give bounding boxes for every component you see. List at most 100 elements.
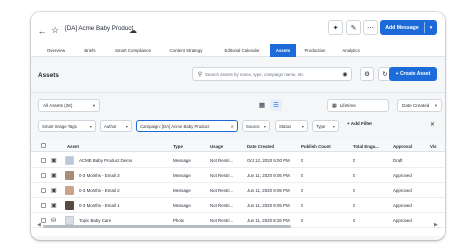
grid-view-icon[interactable]: ▦ bbox=[256, 99, 268, 111]
col-total-engagement[interactable]: Total Enga... bbox=[353, 144, 385, 149]
search-placeholder: Search assets by name, type, campaign na… bbox=[205, 71, 304, 77]
magic-wand-icon[interactable]: ✦ bbox=[328, 20, 343, 35]
visual-search-icon[interactable]: ◉ bbox=[339, 71, 351, 78]
table-row[interactable]: ▣ ACME Baby Product Demo Message Not Res… bbox=[31, 153, 445, 168]
row-checkbox[interactable] bbox=[41, 173, 46, 178]
col-approval[interactable]: Approval bbox=[393, 144, 412, 149]
tab-smart-compliance[interactable]: Smart Compliance bbox=[109, 44, 157, 57]
row-checkbox[interactable] bbox=[41, 158, 46, 163]
layout-icon: ▣ bbox=[51, 203, 57, 209]
tab-content-strategy[interactable]: Content Strategy bbox=[163, 44, 209, 57]
asset-engagement: 0 bbox=[353, 203, 356, 208]
table-row[interactable]: ▣ 0-3 Months - Email 3 Message Not Restr… bbox=[31, 168, 445, 183]
asset-approval: Approved bbox=[393, 203, 412, 208]
col-asset[interactable]: Asset bbox=[67, 144, 79, 149]
filter-type[interactable]: Type ▾ bbox=[312, 120, 339, 132]
chevron-down-icon: ▾ bbox=[89, 123, 92, 129]
add-message-button[interactable]: Add Message ▾ bbox=[380, 20, 437, 35]
asset-name[interactable]: ACME Baby Product Demo bbox=[79, 158, 169, 163]
settings-icon[interactable]: ⚙ bbox=[360, 67, 374, 81]
sort-label: Date Created bbox=[402, 103, 430, 108]
asset-thumbnail bbox=[65, 186, 74, 195]
assets-table: Asset Type Usage Date Created Publish Co… bbox=[31, 140, 445, 236]
horizontal-scrollbar[interactable] bbox=[43, 225, 291, 228]
filter-source[interactable]: Source ▾ bbox=[242, 120, 270, 132]
filter-label: Status bbox=[279, 123, 292, 129]
tab-editorial-calendar[interactable]: Editorial Calendar bbox=[214, 44, 270, 57]
asset-thumbnail bbox=[65, 171, 74, 180]
divider bbox=[31, 92, 445, 93]
cloud-upload-icon[interactable]: ☁ bbox=[127, 24, 139, 36]
asset-thumbnail bbox=[65, 201, 74, 210]
row-checkbox[interactable] bbox=[41, 218, 46, 223]
time-range-select[interactable]: ▦ Lifetime bbox=[327, 99, 389, 112]
filter-bar: Smart Image Tags ▾ Author ▾ Campaign: [D… bbox=[31, 119, 445, 135]
chevron-down-icon: ▾ bbox=[92, 102, 95, 108]
pencil-icon[interactable]: ✎ bbox=[346, 20, 361, 35]
col-date-created[interactable]: Date Created bbox=[247, 144, 274, 149]
tab-assets[interactable]: Assets bbox=[270, 44, 296, 57]
col-usage[interactable]: Usage bbox=[210, 144, 223, 149]
asset-date: Jun 11, 2020 9:05 PM bbox=[247, 173, 290, 178]
asset-usage: Not Restri... bbox=[210, 218, 234, 223]
asset-type: Message bbox=[173, 173, 191, 178]
filter-status[interactable]: Status ▾ bbox=[275, 120, 308, 132]
back-arrow-icon[interactable]: ← bbox=[37, 26, 47, 36]
col-publish-count[interactable]: Publish Count bbox=[301, 144, 331, 149]
tab-overview[interactable]: Overview bbox=[41, 44, 71, 57]
remove-filter-icon[interactable]: ✕ bbox=[228, 124, 234, 129]
asset-thumbnail bbox=[65, 156, 74, 165]
asset-engagement: 0 bbox=[353, 158, 356, 163]
filter-smart-image-tags[interactable]: Smart Image Tags ▾ bbox=[38, 120, 96, 132]
chevron-down-icon[interactable]: ▾ bbox=[425, 25, 437, 31]
row-checkbox[interactable] bbox=[41, 203, 46, 208]
list-view-icon[interactable]: ☰ bbox=[270, 99, 282, 111]
table-row[interactable]: ▣ 0-3 Months - Email 2 Message Not Restr… bbox=[31, 183, 445, 198]
asset-type: Message bbox=[173, 158, 191, 163]
star-icon[interactable]: ☆ bbox=[50, 25, 60, 35]
add-filter-button[interactable]: + Add Filter bbox=[347, 121, 372, 126]
asset-approval: Approved bbox=[393, 188, 412, 193]
asset-publish-count: 0 bbox=[301, 218, 304, 223]
sort-select[interactable]: Date Created ▾ bbox=[397, 99, 442, 112]
search-input[interactable]: ⚲ Search assets by name, type, campaign … bbox=[192, 67, 352, 81]
asset-usage: Not Restri... bbox=[210, 158, 234, 163]
close-icon[interactable]: ✕ bbox=[430, 121, 435, 128]
select-all-checkbox[interactable] bbox=[41, 143, 46, 148]
chevron-down-icon: ▾ bbox=[434, 102, 437, 108]
app-window: ← ☆ [DA] Acme Baby Product ☁ ✦ ✎ ⋯ Add M… bbox=[31, 12, 445, 240]
asset-name[interactable]: 0-3 Months - Email 2 bbox=[79, 188, 169, 193]
tab-briefs[interactable]: Briefs bbox=[77, 44, 103, 57]
asset-usage: Not Restri... bbox=[210, 203, 234, 208]
layout-icon: ▣ bbox=[51, 173, 57, 179]
asset-usage: Not Restri... bbox=[210, 173, 234, 178]
asset-date: Jun 11, 2020 8:26 PM bbox=[247, 218, 290, 223]
scroll-left-icon[interactable]: ◀ bbox=[37, 222, 41, 228]
asset-engagement: 0 bbox=[353, 173, 356, 178]
col-type[interactable]: Type bbox=[173, 144, 183, 149]
asset-name[interactable]: Topic Baby Care bbox=[79, 218, 169, 223]
all-assets-select[interactable]: All Assets (26) ▾ bbox=[38, 99, 100, 112]
layout-icon: ▣ bbox=[51, 158, 57, 164]
chevron-down-icon: ▾ bbox=[332, 123, 335, 129]
asset-engagement: 0 bbox=[353, 188, 356, 193]
tab-analytics[interactable]: Analytics bbox=[336, 44, 366, 57]
scroll-right-icon[interactable]: ▶ bbox=[434, 222, 438, 228]
table-row[interactable]: ▣ 0-3 Months - Email 1 Message Not Restr… bbox=[31, 198, 445, 213]
chevron-down-icon: ▾ bbox=[263, 123, 266, 129]
tab-production[interactable]: Production bbox=[299, 44, 331, 57]
asset-name[interactable]: 0-3 Months - Email 3 bbox=[79, 173, 169, 178]
filter-label: Source bbox=[246, 123, 260, 129]
asset-name[interactable]: 0-3 Months - Email 1 bbox=[79, 203, 169, 208]
col-visibility[interactable]: Vis bbox=[430, 144, 442, 149]
asset-date: Oct 12, 2020 5:00 PM bbox=[247, 158, 290, 163]
chevron-down-icon: ▾ bbox=[125, 123, 128, 129]
more-icon[interactable]: ⋯ bbox=[363, 20, 378, 35]
create-asset-button[interactable]: + Create Asset bbox=[389, 67, 437, 81]
filter-label: Campaign: [DA] Acme Baby Product bbox=[140, 123, 210, 129]
table-header: Asset Type Usage Date Created Publish Co… bbox=[31, 140, 445, 152]
row-checkbox[interactable] bbox=[41, 188, 46, 193]
filter-author[interactable]: Author ▾ bbox=[100, 120, 132, 132]
asset-approval: Approved bbox=[393, 218, 412, 223]
filter-campaign[interactable]: Campaign: [DA] Acme Baby Product ✕ bbox=[136, 120, 238, 132]
